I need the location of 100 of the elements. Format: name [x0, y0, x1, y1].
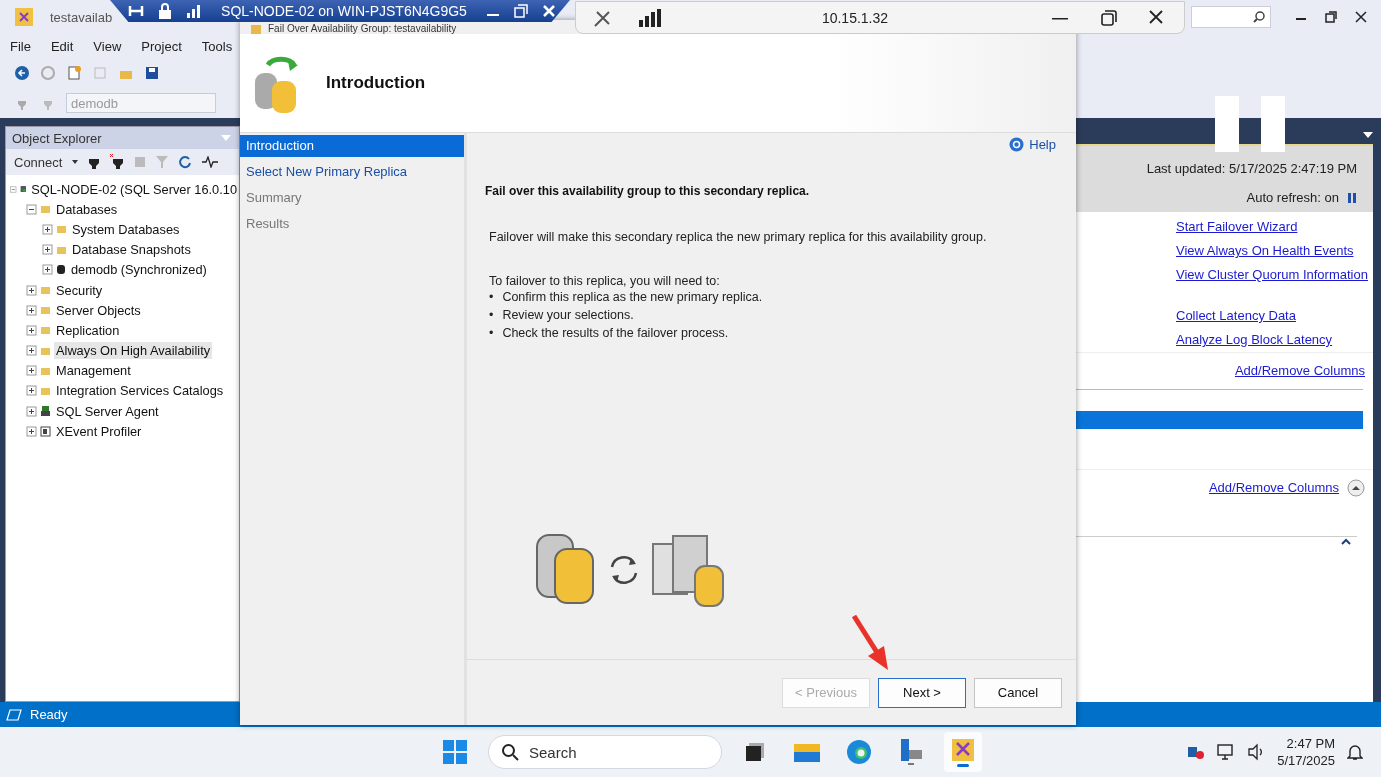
bullet-text: Check the results of the failover process.	[502, 326, 729, 342]
intro-paragraph: Failover will make this secondary replica the new primary replica for this availability group.	[489, 230, 988, 244]
dialog-button[interactable]: Next >	[878, 677, 966, 708]
tree-item[interactable]: System Databases	[70, 220, 182, 238]
expand-icon[interactable]	[26, 304, 37, 316]
menu-item[interactable]: View	[93, 38, 122, 54]
server-manager-icon	[898, 738, 924, 766]
bullet-mark: •	[489, 290, 494, 306]
windows-logo-icon	[442, 739, 468, 765]
bullet-mark: •	[489, 308, 494, 324]
network-status-icon	[1187, 744, 1206, 760]
search-icon	[1252, 10, 1266, 24]
tree-item[interactable]: SQL-NODE-02 (SQL Server 16.0.10	[29, 180, 239, 198]
taskbar-search-field[interactable]: Search	[488, 735, 722, 769]
last-updated-text: Last updated: 5/17/2025 2:47:19 PM	[1146, 161, 1357, 176]
monitor-icon	[1217, 743, 1236, 761]
add-remove-columns-link[interactable]: Add/Remove Columns	[1234, 359, 1365, 383]
dashboard-link[interactable]: View Cluster Quorum Information	[1176, 263, 1373, 287]
taskbar-app-button[interactable]	[944, 732, 982, 772]
close-icon[interactable]	[542, 4, 556, 18]
wizard-step[interactable]: Results	[240, 213, 464, 235]
unplug-icon[interactable]	[110, 154, 125, 170]
dialog-button[interactable]: Cancel	[974, 677, 1062, 708]
help-icon	[1009, 137, 1025, 152]
folder-icon	[56, 224, 67, 235]
lock-icon	[158, 3, 172, 19]
pause-icon[interactable]	[1347, 192, 1357, 203]
connect-button[interactable]: Connect	[14, 154, 63, 170]
expand-icon[interactable]	[26, 405, 37, 417]
dashboard-link[interactable]: Start Failover Wizard	[1176, 215, 1373, 239]
auto-refresh-text: Auto refresh: on	[1246, 190, 1339, 205]
tree-item[interactable]: Integration Services Catalogs	[54, 382, 226, 400]
tree-item[interactable]: Always On High Availability	[54, 342, 213, 360]
tree-item[interactable]: XEvent Profiler	[54, 422, 144, 440]
collapse-icon[interactable]	[26, 203, 37, 215]
tree-item[interactable]: Databases	[54, 200, 120, 218]
menu-item[interactable]: Project	[141, 38, 182, 54]
caret-icon[interactable]	[72, 160, 79, 164]
signal-icon	[186, 4, 202, 18]
restore-icon[interactable]	[514, 4, 528, 18]
menu-item[interactable]: Edit	[50, 38, 74, 54]
expand-icon[interactable]	[26, 425, 37, 437]
tree-item[interactable]: Security	[54, 281, 105, 299]
expand-icon[interactable]	[26, 345, 37, 357]
chevron-up-icon[interactable]	[1341, 537, 1351, 545]
dialog-title: Fail Over Availability Group: testavailability	[268, 23, 457, 34]
stop-icon	[134, 156, 147, 168]
caret-icon[interactable]	[1363, 132, 1373, 138]
database-icon	[56, 264, 66, 276]
help-link[interactable]: Help	[1009, 137, 1056, 152]
expand-icon[interactable]	[26, 365, 37, 377]
bell-icon[interactable]	[1347, 743, 1363, 761]
expand-icon[interactable]	[26, 385, 37, 397]
tree-item[interactable]: SQL Server Agent	[54, 402, 161, 420]
clock[interactable]: 2:47 PM 5/17/2025	[1277, 735, 1335, 769]
status-icon	[6, 707, 22, 722]
menu-item[interactable]: Tools	[201, 38, 233, 54]
activity-icon[interactable]	[202, 156, 219, 168]
folder-icon	[40, 204, 51, 215]
search-field[interactable]	[1191, 6, 1271, 28]
wizard-step[interactable]: Introduction	[240, 135, 464, 157]
menu-item[interactable]: File	[10, 38, 31, 54]
browser-icon	[846, 739, 872, 765]
filter-icon	[156, 155, 169, 169]
close-icon[interactable]	[1353, 9, 1369, 25]
search-icon	[501, 743, 519, 761]
expand-icon[interactable]	[42, 264, 53, 276]
dashboard-link[interactable]: View Always On Health Events	[1176, 239, 1373, 263]
folder-icon	[250, 24, 262, 34]
tree-item[interactable]: demodb (Synchronized)	[69, 261, 209, 279]
dashboard-link[interactable]: Collect Latency Data	[1176, 304, 1373, 328]
app-logo-icon	[12, 5, 36, 29]
expand-icon[interactable]	[42, 223, 53, 235]
expand-icon[interactable]	[42, 244, 53, 256]
folder-icon	[40, 365, 51, 376]
new-file-icon[interactable]	[66, 65, 82, 81]
back-icon[interactable]	[14, 65, 30, 81]
tree-item[interactable]: Server Objects	[54, 301, 143, 319]
dashboard-link[interactable]: Analyze Log Block Latency	[1176, 328, 1373, 352]
tree-item[interactable]: Database Snapshots	[70, 241, 193, 259]
refresh-icon[interactable]	[178, 155, 193, 169]
tree-item[interactable]: Management	[54, 362, 133, 380]
folder-icon	[56, 244, 67, 255]
bullet-text: Confirm this replica as the new primary replica.	[502, 290, 763, 306]
folder-icon	[40, 305, 51, 316]
add-remove-columns-link[interactable]: Add/Remove Columns	[1208, 476, 1339, 500]
profiler-icon	[40, 425, 51, 437]
wizard-step[interactable]: Select New Primary Replica	[240, 161, 464, 183]
remote-address: 10.15.1.32	[820, 9, 890, 26]
wizard-step[interactable]: Summary	[240, 187, 464, 209]
restore-icon[interactable]	[1323, 9, 1339, 25]
intro-heading: Fail over this availability group to this secondary replica.	[485, 184, 811, 198]
pin-icon[interactable]	[128, 4, 144, 18]
app-title: testavailab	[50, 9, 113, 25]
save-icon[interactable]	[144, 65, 160, 81]
collapse-icon[interactable]	[1347, 479, 1365, 497]
expand-icon[interactable]	[26, 284, 37, 296]
tree-item[interactable]: Replication	[54, 321, 122, 339]
pause-icon[interactable]	[1215, 96, 1285, 152]
expand-icon[interactable]	[26, 324, 37, 336]
